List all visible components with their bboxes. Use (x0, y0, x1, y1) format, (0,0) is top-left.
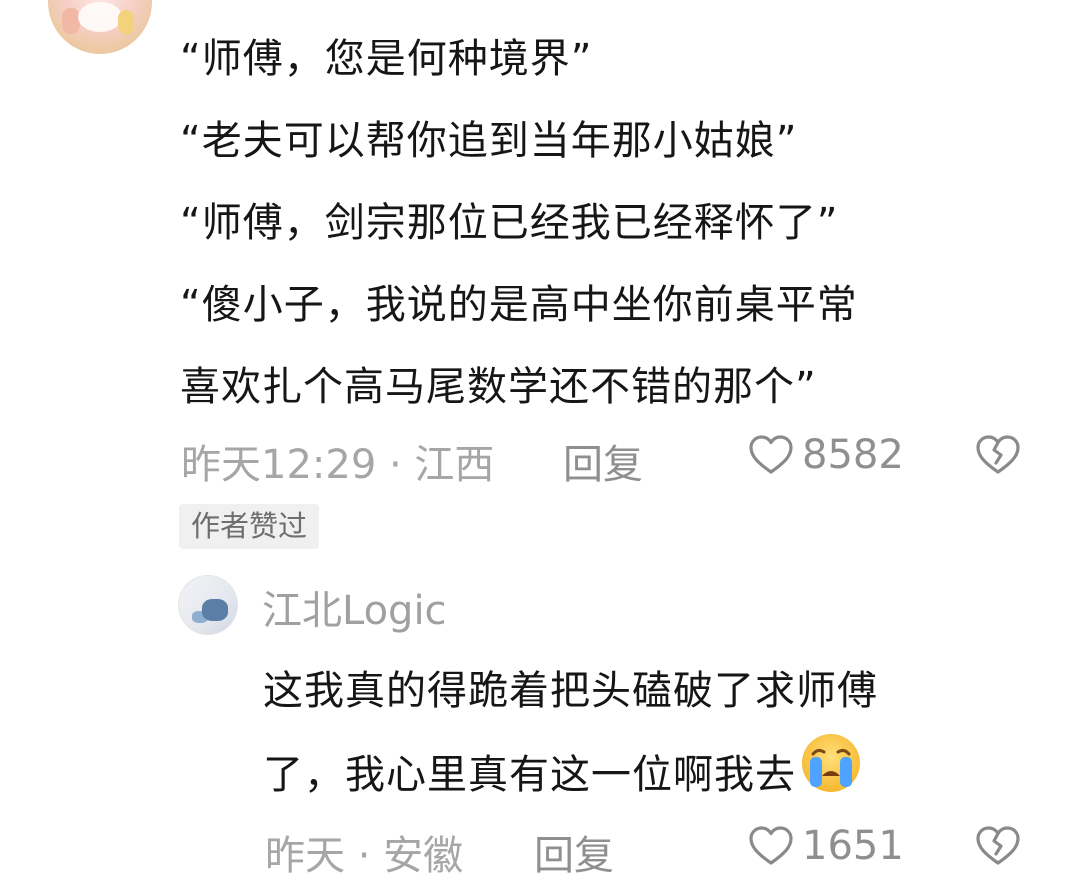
avatar[interactable] (48, 0, 152, 54)
comment-line: “师傅，您是何种境界” (180, 36, 593, 82)
reply-line: 这我真的得跪着把头磕破了求师傅 (263, 668, 878, 714)
broken-heart-icon[interactable] (975, 434, 1021, 480)
author-liked-badge: 作者赞过 (179, 504, 320, 549)
comment-text: “师傅，您是何种境界” “老夫可以帮你追到当年那小姑娘” “师傅，剑宗那位已经我… (180, 18, 1060, 428)
like-button[interactable]: 8582 (748, 432, 904, 478)
comment-line: “老夫可以帮你追到当年那小姑娘” (180, 118, 798, 164)
comment-line: 喜欢扎个高马尾数学还不错的那个” (180, 364, 817, 410)
comment-timestamp-location: 昨天12:29 · 江西 (181, 442, 495, 488)
comment-line: “师傅，剑宗那位已经我已经释怀了” (180, 200, 839, 246)
heart-outline-icon (748, 825, 794, 867)
reply-button[interactable]: 回复 (534, 823, 614, 881)
like-count: 8582 (802, 432, 904, 478)
like-button[interactable]: 1651 (748, 823, 904, 869)
reply-button[interactable]: 回复 (563, 432, 643, 490)
reply-username[interactable]: 江北Logic (262, 578, 447, 636)
comment-thread: “师傅，您是何种境界” “老夫可以帮你追到当年那小姑娘” “师傅，剑宗那位已经我… (0, 0, 1077, 890)
reply-avatar[interactable] (178, 575, 238, 635)
crying-face-icon (798, 732, 864, 822)
comment-line: “傻小子，我说的是高中坐你前桌平常 (180, 282, 858, 328)
heart-outline-icon (748, 434, 794, 476)
broken-heart-icon[interactable] (975, 825, 1021, 871)
reply-timestamp-location: 昨天 · 安徽 (265, 833, 464, 879)
like-count: 1651 (802, 823, 904, 869)
reply-text: 这我真的得跪着把头磕破了求师傅 了，我心里真有这一位啊我去 (263, 650, 1053, 814)
reply-line: 了，我心里真有这一位啊我去 (263, 752, 796, 798)
